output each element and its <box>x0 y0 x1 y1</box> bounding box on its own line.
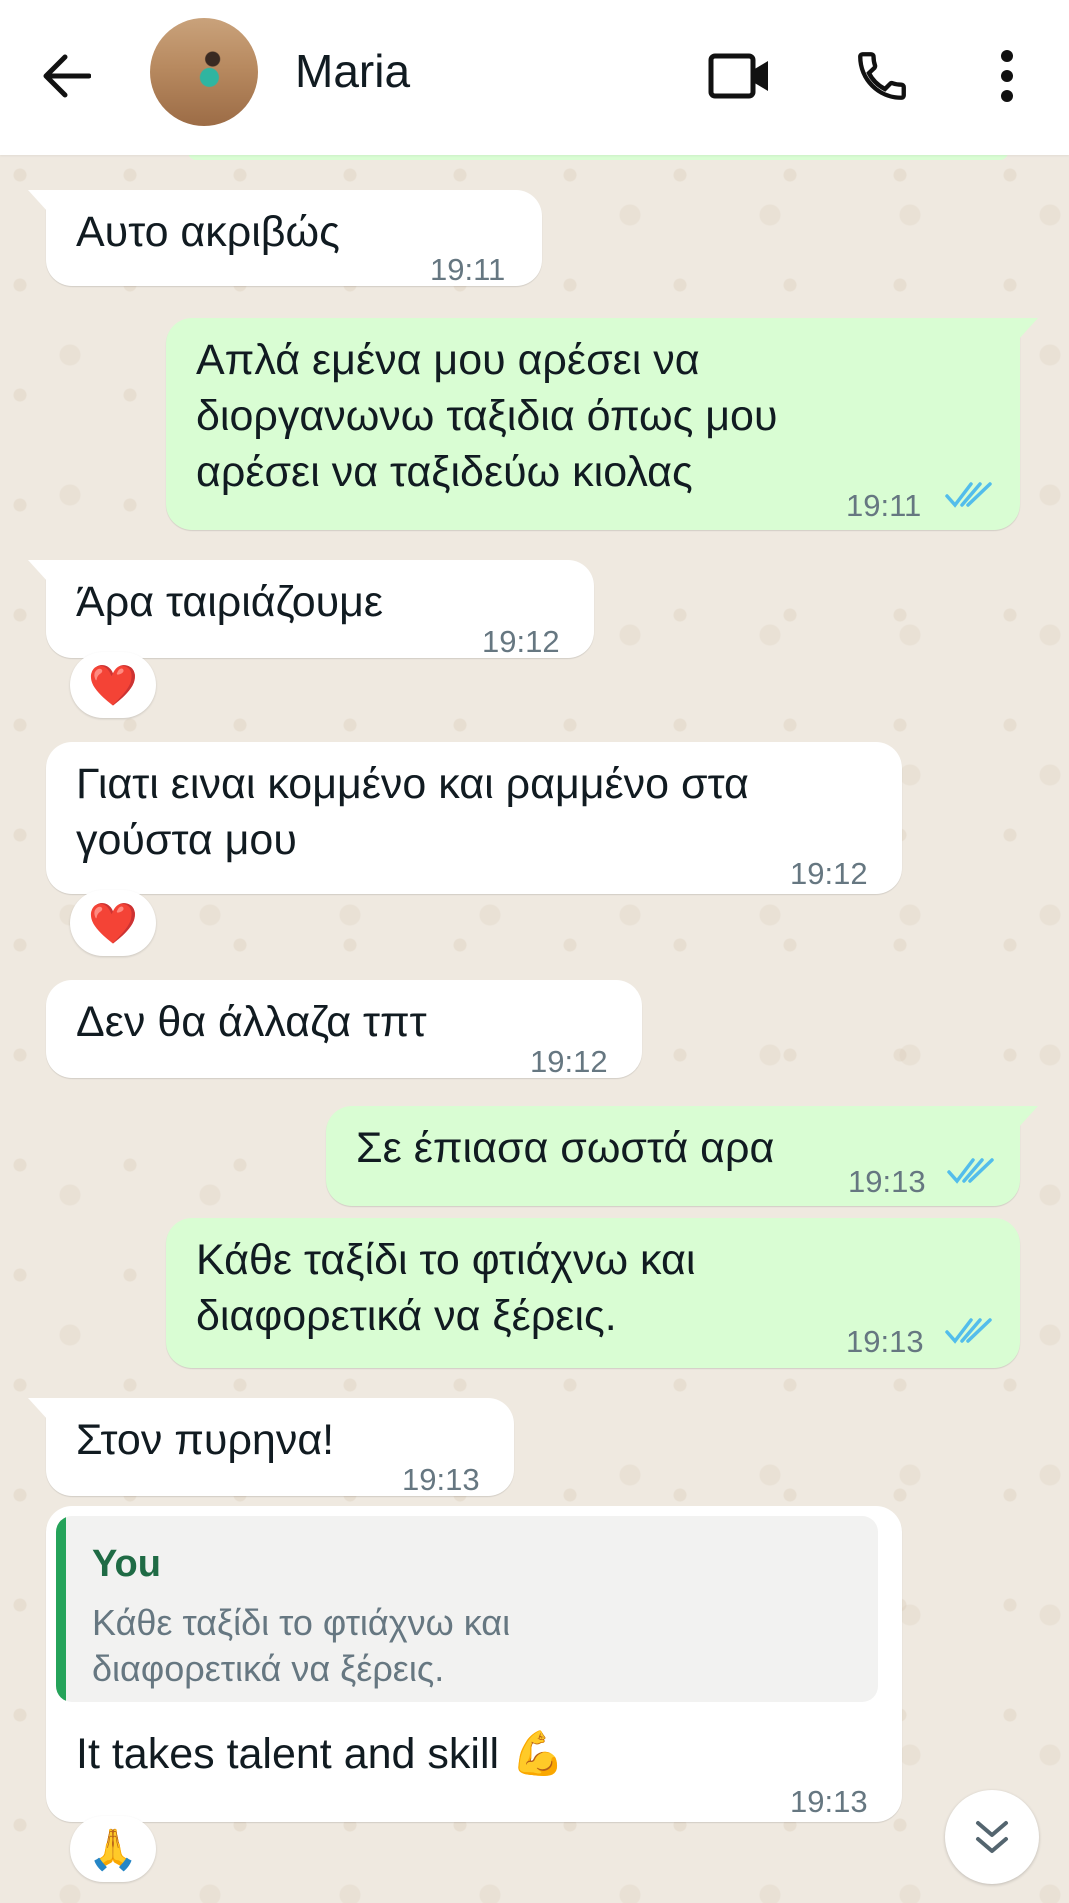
message-incoming[interactable]: Αυτο ακριβώς 19:11 <box>28 190 542 287</box>
contact-name[interactable]: Maria <box>295 44 410 98</box>
avatar[interactable] <box>150 18 258 126</box>
message-text: It takes talent and skill 💪 <box>76 1730 565 1778</box>
message-text: Γιατι ειναι κομμένο και ραμμένο στα γούσ… <box>76 760 749 864</box>
quote-text: Κάθε ταξίδι το φτιάχνω και διαφορετικά ν… <box>92 1602 511 1689</box>
quote-bar <box>56 1516 66 1702</box>
message-text: Απλά εμένα μου αρέσει να διοργανωνω ταξι… <box>196 336 778 496</box>
phone-icon <box>858 52 906 100</box>
scroll-to-bottom-button[interactable] <box>945 1790 1039 1884</box>
message-text: Στον πυρηνα! <box>76 1416 335 1464</box>
back-arrow-icon <box>43 54 91 98</box>
heart-reaction[interactable]: ❤️ <box>70 652 156 718</box>
more-options-button[interactable] <box>972 40 1042 112</box>
quote-author: You <box>92 1543 161 1585</box>
message-time: 19:13 <box>846 1324 924 1359</box>
back-button[interactable] <box>30 40 102 112</box>
message-text: Αυτο ακριβώς <box>76 208 340 256</box>
message-outgoing[interactable]: Κάθε ταξίδι το φτιάχνω και διαφορετικά ν… <box>166 1218 1020 1368</box>
chat-header: Maria <box>0 0 1069 155</box>
double-check-read-icon <box>945 482 992 508</box>
message-time: 19:11 <box>846 488 922 523</box>
double-check-read-icon <box>945 1318 992 1344</box>
message-incoming[interactable]: Γιατι ειναι κομμένο και ραμμένο στα γούσ… <box>46 742 902 894</box>
message-time: 19:13 <box>402 1462 480 1497</box>
video-call-icon <box>708 53 768 99</box>
pray-reaction[interactable]: 🙏 <box>70 1816 156 1882</box>
double-chevron-down-icon <box>976 1821 1008 1853</box>
message-time: 19:12 <box>482 624 560 659</box>
message-text: Δεν θα άλλαζα τπτ <box>76 998 427 1046</box>
more-options-icon <box>1001 50 1013 102</box>
message-time: 19:11 <box>430 252 506 287</box>
quoted-message[interactable]: You Κάθε ταξίδι το φτιάχνω και διαφορετι… <box>56 1516 878 1702</box>
message-text: Άρα ταιριάζουμε <box>76 578 384 626</box>
message-incoming[interactable]: Στον πυρηνα! 19:13 <box>28 1398 514 1497</box>
video-call-button[interactable] <box>704 40 776 112</box>
double-check-read-icon <box>947 1158 994 1184</box>
heart-reaction[interactable]: ❤️ <box>70 890 156 956</box>
message-time: 19:13 <box>790 1784 868 1819</box>
message-outgoing[interactable]: Σε έπιασα σωστά αρα 19:13 <box>326 1106 1038 1206</box>
message-text: Κάθε ταξίδι το φτιάχνω και διαφορετικά ν… <box>196 1236 696 1340</box>
message-time: 19:12 <box>530 1044 608 1079</box>
message-outgoing[interactable]: Απλά εμένα μου αρέσει να διοργανωνω ταξι… <box>166 318 1038 530</box>
message-time: 19:13 <box>848 1164 926 1199</box>
voice-call-button[interactable] <box>846 40 918 112</box>
message-incoming-reply[interactable]: You Κάθε ταξίδι το φτιάχνω και διαφορετι… <box>46 1506 902 1822</box>
message-incoming[interactable]: Δεν θα άλλαζα τπτ 19:12 <box>46 980 642 1079</box>
message-text: Σε έπιασα σωστά αρα <box>356 1124 775 1172</box>
message-time: 19:12 <box>790 856 868 891</box>
message-incoming[interactable]: Άρα ταιριάζουμε 19:12 <box>28 560 594 659</box>
